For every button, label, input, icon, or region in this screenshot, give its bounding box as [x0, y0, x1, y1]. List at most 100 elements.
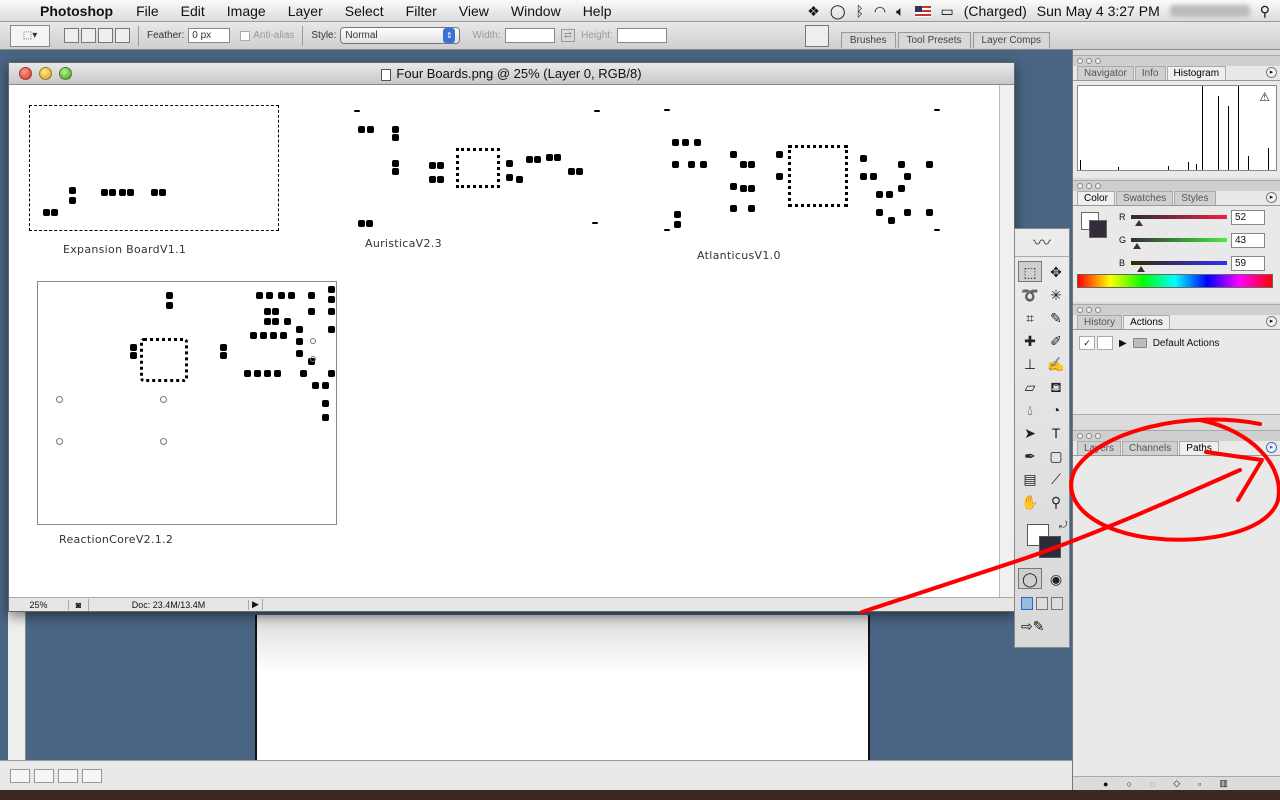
history-brush-tool-icon[interactable]: ✍ [1044, 353, 1068, 374]
healing-brush-tool-icon[interactable]: ✚ [1018, 330, 1042, 351]
tab-swatches[interactable]: Swatches [1115, 191, 1174, 205]
blue-track[interactable] [1131, 261, 1227, 265]
slice-tool-icon[interactable]: ✎ [1044, 307, 1068, 328]
red-track[interactable] [1131, 215, 1227, 219]
tab-histogram[interactable]: Histogram [1166, 66, 1227, 80]
panel-menu-icon[interactable]: ▸ [1266, 67, 1277, 78]
document-size-info[interactable]: Doc: 23.4M/13.4M [89, 599, 249, 610]
vertical-scrollbar[interactable] [999, 85, 1014, 599]
type-tool-icon[interactable]: T [1044, 422, 1068, 443]
action-set-row[interactable]: ✓ ▶ Default Actions [1073, 334, 1280, 352]
panel-titlebar[interactable] [1073, 56, 1280, 66]
dropbox-icon[interactable]: ❖ [807, 3, 820, 20]
menu-image[interactable]: Image [227, 3, 266, 19]
panel-titlebar[interactable] [1073, 305, 1280, 315]
tab-paths[interactable]: Paths [1179, 441, 1219, 455]
canvas[interactable]: Expansion BoardV1.1 AuristicaV2.3 Atlant… [9, 85, 999, 599]
panel-menu-icon[interactable]: ▸ [1266, 442, 1277, 453]
blur-tool-icon[interactable]: 💧︎ [1018, 399, 1042, 420]
trash-icon[interactable]: ▥ [1219, 778, 1228, 789]
preview-icon[interactable]: ◙ [69, 598, 89, 611]
tab-tool-presets[interactable]: Tool Presets [897, 32, 971, 48]
load-selection-icon[interactable]: ◌ [1150, 779, 1155, 789]
menu-filter[interactable]: Filter [406, 3, 437, 19]
panel-titlebar[interactable] [1073, 181, 1280, 191]
green-slider[interactable]: G 43 [1119, 233, 1275, 253]
eyedropper-tool-icon[interactable]: ⟋ [1044, 468, 1068, 489]
red-thumb[interactable] [1135, 220, 1143, 226]
menu-window[interactable]: Window [511, 3, 561, 19]
tab-layers[interactable]: Layers [1077, 441, 1122, 455]
magic-wand-tool-icon[interactable]: ✳ [1044, 284, 1068, 305]
feather-input[interactable]: 0 px [188, 28, 231, 43]
quick-mask-mode-icon[interactable]: ◉ [1044, 568, 1068, 589]
tab-layer-comps[interactable]: Layer Comps [972, 32, 1050, 48]
palette-well-icon[interactable] [804, 25, 829, 47]
feather-logo-icon[interactable]: 〰 [1015, 229, 1069, 257]
wifi-icon[interactable]: ◠ [874, 3, 886, 20]
crop-tool-icon[interactable]: ⌗ [1018, 307, 1042, 328]
spotlight-search-icon[interactable]: ⚲ [1260, 3, 1270, 20]
clone-stamp-tool-icon[interactable]: ⊥ [1018, 353, 1042, 374]
blue-slider[interactable]: B 59 [1119, 256, 1275, 276]
bluetooth-icon[interactable]: ᛒ [855, 3, 863, 19]
battery-status[interactable]: (Charged) [964, 3, 1027, 19]
view-button[interactable] [34, 768, 54, 783]
input-source-flag-icon[interactable] [914, 5, 931, 17]
background-color-swatch[interactable] [1089, 220, 1107, 238]
dodge-tool-icon[interactable]: ◔ [1044, 399, 1068, 420]
app-menu[interactable]: Photoshop [40, 3, 113, 19]
menu-file[interactable]: File [136, 3, 159, 19]
stroke-path-icon[interactable]: ○ [1126, 779, 1131, 789]
zoom-tool-icon[interactable]: ⚲ [1044, 491, 1068, 512]
tab-info[interactable]: Info [1134, 66, 1166, 80]
menu-view[interactable]: View [459, 3, 489, 19]
panel-titlebar[interactable] [1073, 431, 1280, 441]
width-input[interactable] [504, 28, 555, 43]
menu-select[interactable]: Select [345, 3, 384, 19]
background-color-swatch[interactable] [1039, 536, 1061, 558]
tab-brushes[interactable]: Brushes [840, 32, 896, 48]
lasso-tool-icon[interactable]: ➰ [1018, 284, 1042, 305]
full-screen-mode-icon[interactable] [1051, 597, 1063, 610]
jump-to-imageready-icon[interactable]: ⇨✎ [1015, 614, 1069, 639]
tool-preset-picker[interactable]: ⬚▾ [10, 24, 50, 47]
add-to-selection-button[interactable] [81, 28, 96, 43]
tab-history[interactable]: History [1077, 315, 1123, 329]
panel-menu-icon[interactable]: ▸ [1266, 192, 1277, 203]
antialias-checkbox[interactable] [240, 30, 251, 41]
full-screen-menu-mode-icon[interactable] [1036, 597, 1048, 610]
document-title-bar[interactable]: Four Boards.png @ 25% (Layer 0, RGB/8) [9, 63, 1014, 85]
blue-value-input[interactable]: 59 [1231, 256, 1265, 271]
sync-icon[interactable]: ◯ [830, 3, 846, 20]
move-tool-icon[interactable]: ✥ [1044, 261, 1068, 282]
checkmark-icon[interactable]: ✓ [1079, 336, 1095, 350]
new-path-icon[interactable]: ▫ [1198, 779, 1201, 789]
green-track[interactable] [1131, 238, 1227, 242]
notes-tool-icon[interactable]: ▤ [1018, 468, 1042, 489]
clock[interactable]: Sun May 4 3:27 PM [1037, 3, 1160, 19]
tab-color[interactable]: Color [1077, 191, 1115, 205]
tab-channels[interactable]: Channels [1122, 441, 1179, 455]
blue-thumb[interactable] [1137, 266, 1145, 272]
close-button[interactable] [19, 67, 32, 80]
status-menu-arrow-icon[interactable]: ▶ [249, 599, 263, 610]
brush-tool-icon[interactable]: ✐ [1044, 330, 1068, 351]
menu-layer[interactable]: Layer [288, 3, 323, 19]
subtract-selection-button[interactable] [98, 28, 113, 43]
view-button[interactable] [10, 768, 30, 783]
red-value-input[interactable]: 52 [1231, 210, 1265, 225]
view-button[interactable] [82, 768, 102, 783]
dialog-toggle[interactable] [1097, 336, 1113, 350]
color-spectrum-ramp[interactable] [1077, 274, 1273, 288]
panel-menu-icon[interactable]: ▸ [1266, 316, 1277, 327]
swap-dimensions-icon[interactable]: ⇄ [560, 29, 576, 42]
eraser-tool-icon[interactable]: ▱ [1018, 376, 1042, 397]
swap-colors-icon[interactable]: ⤾ [1059, 520, 1067, 531]
user-name-blurred[interactable] [1169, 5, 1250, 17]
tab-styles[interactable]: Styles [1174, 191, 1216, 205]
menu-help[interactable]: Help [583, 3, 612, 19]
volume-icon[interactable]: 🔈︎ [896, 3, 904, 20]
style-select[interactable]: Normal ⇕ [340, 27, 461, 44]
minimize-button[interactable] [39, 67, 52, 80]
